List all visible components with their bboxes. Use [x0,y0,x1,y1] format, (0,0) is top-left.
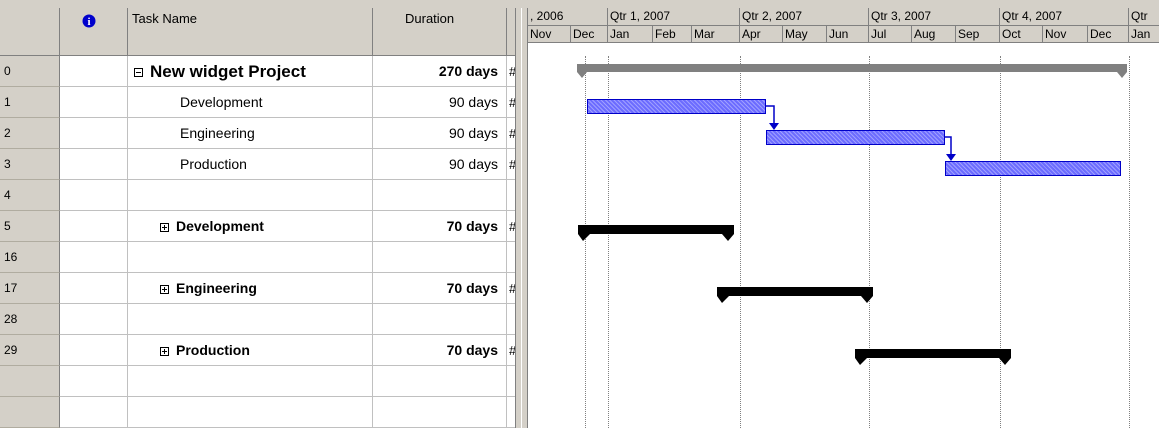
summary-bar-development[interactable] [576,222,738,244]
top-strip [0,0,1159,8]
timescale-major-cell[interactable]: Qtr 1, 2007 [608,8,740,26]
quarter-gridline [1129,56,1130,428]
view-splitter[interactable] [515,8,528,428]
indicator-cell[interactable] [60,211,128,242]
dependency-link-arrow[interactable] [939,131,963,165]
summary-bar-production[interactable] [853,346,1015,368]
row-header[interactable]: 5 [0,211,60,242]
info-column-header[interactable]: i [60,8,128,56]
select-all-corner[interactable] [0,8,60,56]
row-header[interactable]: 28 [0,304,60,335]
timescale-major-cell[interactable]: Qtr 4, 2007 [1000,8,1129,26]
timescale-minor-cell[interactable]: Jun [827,26,869,43]
indicator-cell[interactable] [60,335,128,366]
quarter-gridline [869,56,870,428]
duration-header-label: Duration [405,11,455,26]
row-header[interactable]: 2 [0,118,60,149]
task-name-text: New widget Project [150,62,306,81]
row-header[interactable]: 16 [0,242,60,273]
duration-cell[interactable]: 90 days [373,118,507,149]
duration-cell[interactable]: 270 days [373,56,507,87]
row-header[interactable]: 4 [0,180,60,211]
svg-text:i: i [87,16,90,28]
task-bar-development[interactable] [587,99,766,114]
indicator-cell[interactable] [60,56,128,87]
indicator-cell[interactable] [60,118,128,149]
task-name-cell[interactable] [128,242,373,273]
timescale-minor-cell[interactable]: Apr [740,26,783,43]
task-name-cell[interactable]: Development [128,87,373,118]
timescale-minor-cell[interactable]: May [783,26,827,43]
timescale-minor-cell[interactable]: Jan [1129,26,1159,43]
duration-cell[interactable]: 70 days [373,335,507,366]
duration-cell[interactable] [373,366,507,397]
indicator-cell[interactable] [60,397,128,428]
task-name-text: Development [176,218,264,234]
row-header[interactable]: 1 [0,87,60,118]
timescale-minor-cell[interactable]: Sep [956,26,1000,43]
expand-icon[interactable] [160,284,169,294]
duration-cell[interactable] [373,397,507,428]
task-name-cell[interactable]: Development [128,211,373,242]
timescale-minor-cell[interactable]: Nov [528,26,571,43]
project-summary-bar[interactable] [575,62,1131,80]
indicator-cell[interactable] [60,149,128,180]
task-name-header-label: Task Name [132,11,198,26]
indicator-cell[interactable] [60,87,128,118]
timescale-major-cell[interactable]: Qtr 2, 2007 [740,8,869,26]
task-name-cell[interactable]: New widget Project [128,56,373,87]
timescale-major-cell[interactable]: Qtr 3, 2007 [869,8,1000,26]
task-name-cell[interactable]: Production [128,149,373,180]
duration-cell[interactable]: 70 days [373,273,507,304]
task-name-cell[interactable] [128,397,373,428]
row-header[interactable]: 17 [0,273,60,304]
task-name-cell[interactable] [128,180,373,211]
timescale-minor-cell[interactable]: Nov [1043,26,1088,43]
dependency-link-arrow[interactable] [760,100,784,134]
duration-cell[interactable] [373,180,507,211]
duration-cell[interactable]: 90 days [373,149,507,180]
timescale-minor-cell[interactable]: Oct [1000,26,1043,43]
duration-cell[interactable] [373,304,507,335]
summary-bar-engineering[interactable] [715,284,877,306]
row-header[interactable]: 0 [0,56,60,87]
indicator-cell[interactable] [60,304,128,335]
indicator-cell[interactable] [60,273,128,304]
timescale-minor-cell[interactable]: Jul [869,26,912,43]
task-name-cell[interactable] [128,366,373,397]
task-bar-production[interactable] [945,161,1121,176]
duration-cell[interactable]: 70 days [373,211,507,242]
timescale-minor-cell[interactable]: Aug [912,26,956,43]
task-bar-engineering[interactable] [766,130,945,145]
expand-icon[interactable] [160,346,169,356]
timescale-minor-cell[interactable]: Jan [608,26,653,43]
row-header[interactable]: 29 [0,335,60,366]
timescale-minor-cell[interactable]: Dec [1088,26,1129,43]
task-name-cell[interactable]: Engineering [128,118,373,149]
timescale-major-cell[interactable]: Qtr [1129,8,1159,26]
task-name-cell[interactable] [128,304,373,335]
row-header[interactable]: 3 [0,149,60,180]
timescale-minor-cell[interactable]: Mar [692,26,740,43]
duration-column-header[interactable]: Duration [373,8,507,56]
indicator-cell[interactable] [60,366,128,397]
timescale-major-cell[interactable]: , 2006 [528,8,608,26]
row-header-empty[interactable] [0,366,60,397]
task-name-cell[interactable]: Production [128,335,373,366]
duration-cell[interactable]: 90 days [373,87,507,118]
timescale-minor-cell[interactable]: Feb [653,26,692,43]
task-name-text: Production [176,342,250,358]
duration-cell[interactable] [373,242,507,273]
task-name-text: Engineering [176,280,257,296]
task-name-cell[interactable]: Engineering [128,273,373,304]
quarter-gridline [1000,56,1001,428]
expand-icon[interactable] [160,222,169,232]
collapse-icon[interactable] [134,68,143,78]
timescale-minor-cell[interactable]: Dec [571,26,608,43]
task-name-column-header[interactable]: Task Name [128,8,373,56]
indicator-cell[interactable] [60,242,128,273]
row-header-empty[interactable] [0,397,60,428]
indicator-cell[interactable] [60,180,128,211]
info-icon: i [82,14,96,28]
